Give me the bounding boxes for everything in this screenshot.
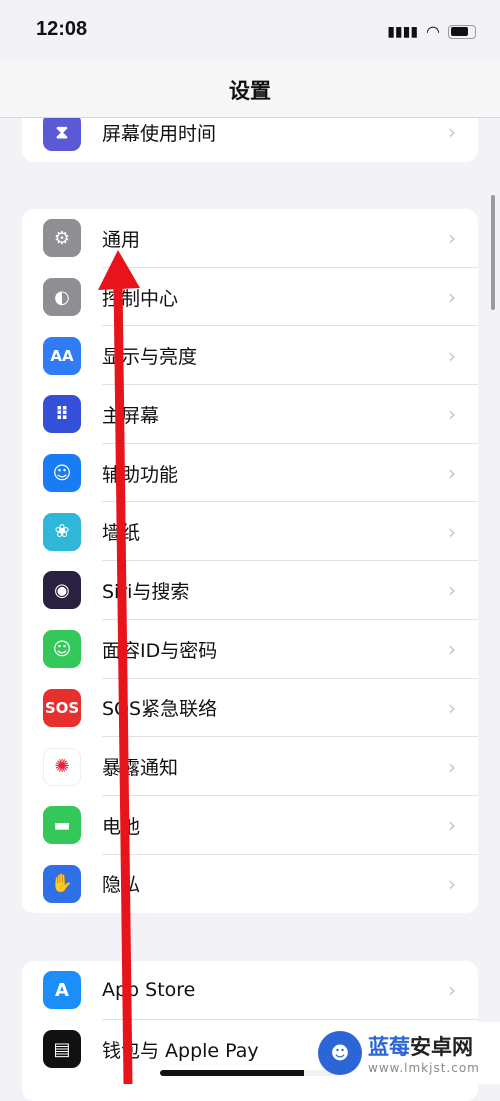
chevron-right-icon: ›	[448, 343, 456, 368]
settings-row-label: 辅助功能	[102, 463, 179, 486]
settings-row-label: 控制中心	[102, 287, 179, 310]
settings-row[interactable]: AA 显示与亮度 ›	[22, 326, 478, 385]
watermark: ☻ 蓝莓安卓网 www.lmkjst.com	[304, 1022, 500, 1084]
gear-icon: ⚙	[43, 219, 81, 258]
watermark-logo: ☻	[318, 1031, 362, 1075]
settings-row[interactable]: ◉ Siri与搜索 ›	[22, 561, 478, 620]
chevron-right-icon: ›	[448, 754, 456, 779]
chevron-right-icon: ›	[448, 871, 456, 896]
scrollbar[interactable]	[491, 195, 495, 310]
settings-row[interactable]: ✋ 隐私 ›	[22, 855, 478, 914]
settings-row-label: 墙纸	[102, 522, 141, 545]
status-bar: 12:08 ▮▮▮▮ ◠	[0, 0, 500, 60]
settings-row[interactable]: ⚙ 通用 ›	[22, 209, 478, 268]
settings-row-label: 暴露通知	[102, 757, 179, 780]
chevron-right-icon: ›	[448, 637, 456, 662]
accessibility-icon: ☺	[43, 454, 81, 493]
chevron-right-icon: ›	[448, 519, 456, 544]
clock: 12:08	[36, 18, 88, 40]
settings-row[interactable]: ◐ 控制中心 ›	[22, 268, 478, 327]
settings-row[interactable]: ☺ 辅助功能 ›	[22, 444, 478, 503]
wifi-icon: ◠	[426, 22, 440, 41]
settings-row[interactable]: ▬ 电池 ›	[22, 796, 478, 855]
sos-icon: SOS	[43, 688, 81, 727]
settings-row-label: App Store	[102, 979, 196, 1002]
battery-status-icon	[448, 24, 476, 39]
exposure-icon: ✺	[43, 747, 81, 786]
flower-icon: ❀	[43, 512, 81, 551]
home-grid-icon: ⠿	[43, 395, 81, 434]
chevron-right-icon: ›	[448, 226, 456, 251]
toggle-icon: ◐	[43, 278, 81, 317]
settings-row-label: 屏幕使用时间	[102, 122, 217, 145]
watermark-brand-b: 安卓网	[410, 1035, 473, 1059]
face-id-icon: ☺	[43, 630, 81, 669]
settings-row[interactable]: ⠿ 主屏幕 ›	[22, 385, 478, 444]
wallet-icon: ▤	[43, 1030, 81, 1069]
nav-bar: 设置	[0, 60, 500, 118]
text-size-icon: AA	[43, 336, 81, 375]
settings-row[interactable]: ❀ 墙纸 ›	[22, 502, 478, 561]
siri-icon: ◉	[43, 571, 81, 610]
chevron-right-icon: ›	[448, 978, 456, 1003]
app-store-icon: A	[43, 971, 81, 1010]
settings-row-label: 面容ID与密码	[102, 639, 218, 662]
settings-row[interactable]: A App Store ›	[22, 961, 478, 1020]
settings-row[interactable]: ✺ 暴露通知 ›	[22, 737, 478, 796]
chevron-right-icon: ›	[448, 695, 456, 720]
settings-row-label: 电池	[102, 815, 141, 838]
chevron-right-icon: ›	[448, 813, 456, 838]
hand-icon: ✋	[43, 864, 81, 903]
chevron-right-icon: ›	[448, 120, 456, 145]
signal-icon: ▮▮▮▮	[387, 23, 419, 40]
settings-row-label: 隐私	[102, 874, 141, 897]
settings-row-label: 显示与亮度	[102, 346, 198, 369]
settings-row-label: 通用	[102, 228, 141, 251]
watermark-brand-a: 蓝莓	[368, 1035, 410, 1059]
watermark-url: www.lmkjst.com	[368, 1061, 480, 1075]
settings-row[interactable]: ☺ 面容ID与密码 ›	[22, 620, 478, 679]
settings-row-label: Siri与搜索	[102, 580, 190, 603]
chevron-right-icon: ›	[448, 402, 456, 427]
chevron-right-icon: ›	[448, 285, 456, 310]
page-title: 设置	[229, 79, 271, 103]
settings-row-label: 主屏幕	[102, 404, 160, 427]
battery-icon: ▬	[43, 806, 81, 845]
settings-group-general: ⚙ 通用 › ◐ 控制中心 › AA 显示与亮度 › ⠿ 主屏幕 › ☺ 辅助功能 › ❀…	[22, 209, 478, 914]
settings-row-label: SOS紧急联络	[102, 698, 218, 721]
hourglass-icon: ⧗	[43, 113, 81, 152]
chevron-right-icon: ›	[448, 578, 456, 603]
settings-row[interactable]: SOS SOS紧急联络 ›	[22, 679, 478, 738]
chevron-right-icon: ›	[448, 461, 456, 486]
